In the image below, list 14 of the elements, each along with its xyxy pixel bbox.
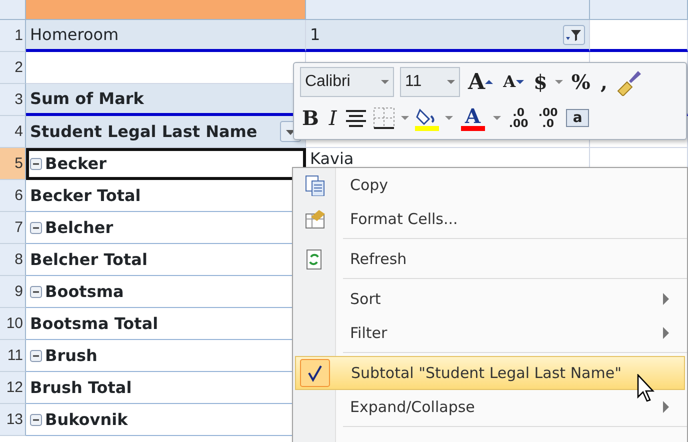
cell-text: Sum of Mark bbox=[30, 88, 144, 110]
cell-text: Brush Total bbox=[30, 376, 132, 398]
cell-text: Belcher bbox=[45, 216, 114, 238]
cell-value: Kavia bbox=[310, 148, 354, 170]
cell-text: Student Legal Last Name bbox=[30, 120, 258, 142]
cell-value: 1 bbox=[310, 24, 322, 46]
cell-text: Bukovnik bbox=[45, 408, 128, 430]
cell-text: Bootsma bbox=[45, 280, 124, 302]
cell-text: Becker Total bbox=[30, 184, 141, 206]
cell-text: Belcher Total bbox=[30, 248, 148, 270]
cell-text: Homeroom bbox=[30, 24, 119, 46]
cell-text: Becker bbox=[45, 152, 106, 174]
cell-text: Brush bbox=[45, 344, 98, 366]
cell-text: Bootsma Total bbox=[30, 312, 158, 334]
